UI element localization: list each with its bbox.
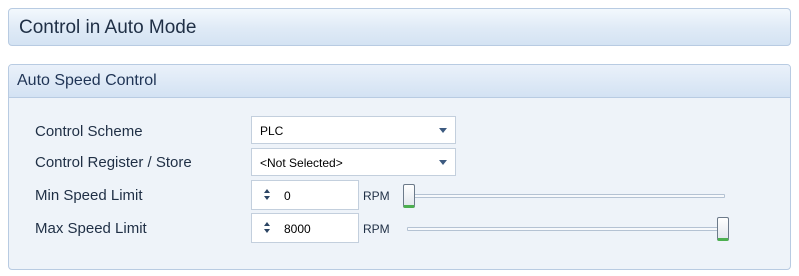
max-speed-label: Max Speed Limit	[35, 220, 147, 237]
spin-down-icon[interactable]	[264, 229, 270, 233]
spin-up-icon[interactable]	[264, 222, 270, 226]
section-header: Auto Speed Control	[9, 65, 790, 98]
max-speed-slider[interactable]	[403, 216, 729, 242]
max-speed-value[interactable]: 8000	[284, 222, 311, 236]
min-speed-spinner[interactable]: 0	[251, 180, 359, 210]
min-speed-value[interactable]: 0	[284, 189, 291, 203]
min-speed-label: Min Speed Limit	[35, 187, 143, 204]
spin-down-icon[interactable]	[264, 196, 270, 200]
chevron-down-icon[interactable]	[439, 160, 447, 165]
max-speed-unit: RPM	[363, 222, 390, 236]
spin-up-icon[interactable]	[264, 189, 270, 193]
control-scheme-label: Control Scheme	[35, 123, 143, 140]
min-speed-slider[interactable]	[403, 183, 729, 209]
slider-track[interactable]	[407, 227, 725, 231]
slider-track[interactable]	[407, 194, 725, 198]
control-register-select[interactable]: <Not Selected>	[251, 148, 456, 176]
max-speed-spinner[interactable]: 8000	[251, 213, 359, 243]
control-scheme-select[interactable]: PLC	[251, 116, 456, 144]
min-speed-unit: RPM	[363, 189, 390, 203]
page-title: Control in Auto Mode	[19, 17, 197, 38]
control-register-value: <Not Selected>	[260, 156, 343, 170]
slider-thumb[interactable]	[717, 217, 729, 241]
chevron-down-icon[interactable]	[439, 128, 447, 133]
control-register-label: Control Register / Store	[35, 154, 192, 171]
section-title: Auto Speed Control	[17, 72, 157, 89]
control-scheme-value: PLC	[260, 124, 284, 138]
auto-speed-control-panel: Auto Speed Control Control Scheme PLC Co…	[8, 64, 791, 270]
page-header: Control in Auto Mode	[8, 8, 791, 46]
slider-thumb[interactable]	[403, 184, 415, 208]
